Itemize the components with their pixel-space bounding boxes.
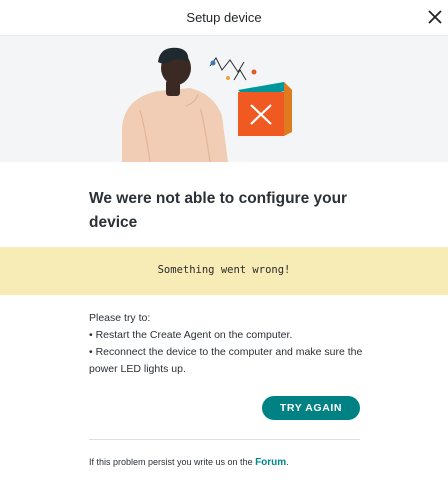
error-banner: Something went wrong! [0,247,448,295]
error-message: Something went wrong! [157,264,291,276]
instructions-intro: Please try to: [89,312,151,324]
forum-link[interactable]: Forum [255,457,286,468]
instruction-item: • Reconnect the device to the computer a… [89,346,363,375]
dialog-header: Setup device [0,0,448,36]
close-icon[interactable] [426,8,444,26]
error-illustration [0,36,448,162]
try-again-button[interactable]: TRY AGAIN [262,396,360,420]
divider [89,439,360,440]
footer-text-after: . [286,457,289,467]
person-body [122,88,228,162]
footer-text: If this problem persist you write us on … [89,457,289,468]
instruction-item: • Restart the Create Agent on the comput… [89,329,293,341]
error-heading: We were not able to configure your devic… [89,190,348,231]
dialog-title: Setup device [186,10,262,25]
footer-text-before: If this problem persist you write us on … [89,457,256,467]
instructions: Please try to: • Restart the Create Agen… [89,310,364,378]
